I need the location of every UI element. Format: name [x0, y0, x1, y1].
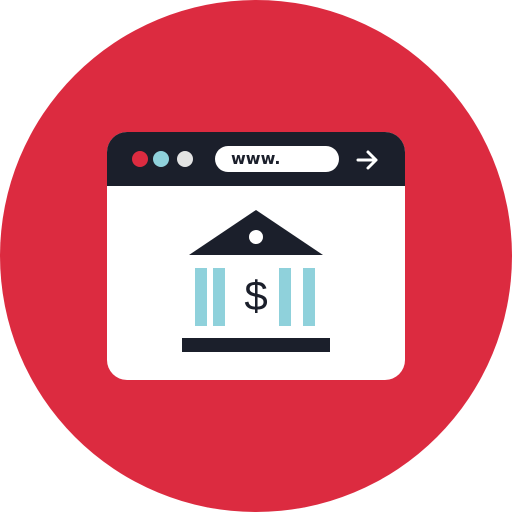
- online-banking-icon: www. $: [0, 0, 512, 512]
- column-2: [213, 268, 225, 326]
- bank-base: [182, 338, 330, 352]
- dollar-symbol: $: [244, 272, 267, 319]
- browser-window: www. $: [107, 132, 405, 380]
- bank-building-icon: $: [182, 210, 330, 352]
- column-4: [303, 268, 315, 326]
- column-1: [195, 268, 207, 326]
- roof-window: [249, 230, 263, 244]
- column-3: [279, 268, 291, 326]
